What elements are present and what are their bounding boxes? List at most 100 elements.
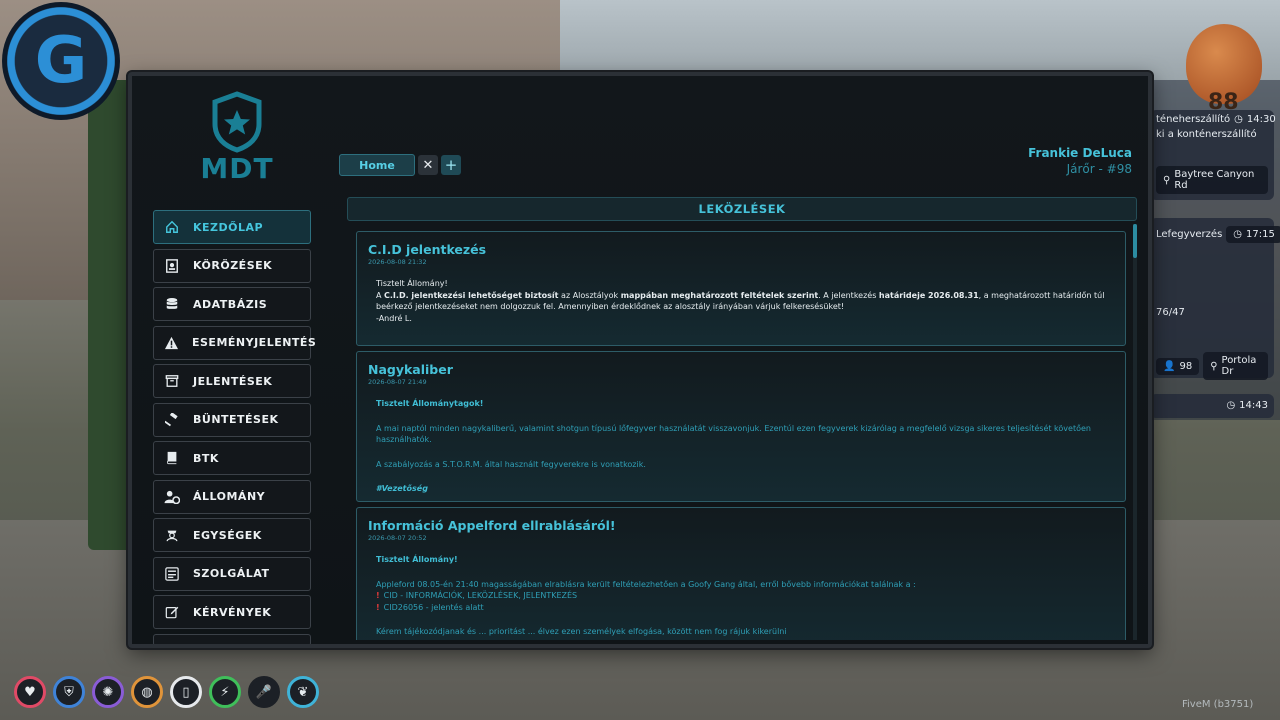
- exclamation-icon: !: [376, 591, 380, 600]
- add-tab-button[interactable]: +: [441, 155, 461, 175]
- plus-icon: +: [444, 156, 458, 174]
- feed-scrollbar[interactable]: [1133, 224, 1137, 640]
- text-span: . A jelentkezés: [818, 290, 879, 300]
- community-logo: 88: [1178, 4, 1270, 122]
- announcement-title: C.I.D jelentkezés: [368, 242, 487, 257]
- scrollbar-thumb[interactable]: [1133, 224, 1137, 258]
- sidebar-item-adatbazis[interactable]: ADATBÁZIS: [153, 287, 311, 321]
- announcement-feed[interactable]: C.I.D jelentkezés 2026-08-08 21:32 Tiszt…: [348, 224, 1137, 640]
- units-count: 98: [1179, 360, 1193, 372]
- sidebar-item-label: ÁLLOMÁNY: [193, 490, 266, 503]
- server-logo-g-icon: G: [34, 24, 88, 98]
- person-icon: 👤: [1163, 360, 1176, 372]
- sidebar-item-label: ADATBÁZIS: [193, 297, 268, 311]
- announcement-title: Nagykaliber: [368, 362, 453, 377]
- sidebar-item-label: KEZDŐLAP: [193, 220, 264, 234]
- sidebar-item-allomany[interactable]: ÁLLOMÁNY: [153, 479, 311, 514]
- sidebar-item-esemenyjelentes[interactable]: ESEMÉNYJELENTÉS: [153, 325, 316, 360]
- sidebar-item-label: EGYSÉGEK: [193, 528, 262, 542]
- sidebar-item-label: SZOLGÁLAT: [193, 567, 270, 580]
- sidebar-nav: KEZDŐLAP KÖRÖZÉSEK ADATBÁZIS ESEMÉNYJELE…: [153, 210, 316, 644]
- location-pin-icon: ⚲: [1210, 360, 1218, 372]
- close-tab-button[interactable]: ✕: [418, 155, 438, 175]
- close-icon: ✕: [422, 157, 434, 173]
- dispatch-desc: ki a konténerszállító: [1156, 129, 1257, 140]
- announcement-body: Tisztelt Állománytagok! A mai naptól min…: [368, 398, 1114, 495]
- announcement-date: 2026-08-08 21:32: [368, 258, 427, 266]
- announcement-greeting: Tisztelt Állománytagok!: [376, 399, 484, 408]
- location-pill: ⚲ Portola Dr: [1203, 352, 1268, 380]
- announcement-card: Információ Appelford ellrablásáról! 2026…: [356, 507, 1126, 640]
- wanted-poster-icon: [164, 258, 180, 274]
- mdt-tablet: MDT KEZDŐLAP KÖRÖZÉSEK ADATBÁZIS ESEMÉNY…: [128, 72, 1152, 648]
- police-badge-icon: [205, 90, 269, 154]
- text-span: CID - INFORMÁCIÓK, LEKÖZLÉSEK, JELENTKEZ…: [383, 591, 578, 600]
- location-text: Baytree Canyon Rd: [1174, 169, 1255, 191]
- sidebar-item-jelentesek[interactable]: JELENTÉSEK: [153, 364, 311, 398]
- officer-icon: [164, 527, 180, 543]
- sidebar-item-egysegek[interactable]: EGYSÉGEK: [153, 518, 311, 552]
- text-span: CID26056 - jelentés alatt: [383, 602, 484, 612]
- text-span: A: [376, 290, 385, 300]
- announcement-date: 2026-08-07 20:52: [368, 534, 427, 542]
- announcement-signature: -André L.: [376, 313, 412, 323]
- location-pin-icon: ⚲: [1163, 174, 1171, 186]
- location-text: Portola Dr: [1221, 355, 1257, 377]
- gavel-icon: [164, 412, 180, 428]
- dispatch-counter: 76/47: [1156, 307, 1185, 318]
- text-bold: mappában meghatározott feltételek szerin…: [620, 290, 819, 300]
- mdt-screen: MDT KEZDŐLAP KÖRÖZÉSEK ADATBÁZIS ESEMÉNY…: [132, 76, 1148, 644]
- announcement-paragraph: A C.I.D. jelentkezési lehetőséget biztos…: [376, 290, 1114, 313]
- time-pill: ◷ 17:15: [1226, 226, 1280, 243]
- announcement-paragraph: Appleford 08.05-én 21:40 magasságában el…: [376, 579, 916, 589]
- announcement-signature: #Vezetőség: [376, 484, 428, 493]
- user-name: Frankie DeLuca: [1028, 146, 1132, 160]
- announcement-body: Tisztelt Állomány! A C.I.D. jelentkezési…: [368, 278, 1114, 324]
- announcement-body: Tisztelt Állomány! Appleford 08.05-én 21…: [368, 554, 1114, 638]
- dispatch-time: 17:15: [1246, 229, 1275, 240]
- location-pill: ⚲ Baytree Canyon Rd: [1156, 166, 1268, 194]
- lungs-icon: ❦: [287, 676, 319, 708]
- brain-icon: ✺: [92, 676, 124, 708]
- text-bold: határideje 2026.08.31: [878, 290, 979, 300]
- text-bold: C.I.D. jelentkezési lehetőséget biztosít: [384, 290, 559, 300]
- announcement-paragraph: A szabályozás a S.T.O.R.M. által használ…: [376, 459, 646, 469]
- sidebar-item-label: KÖRÖZÉSEK: [193, 259, 273, 272]
- user-info: Frankie DeLuca Járőr - #98: [1028, 146, 1132, 176]
- exclamation-icon: !: [376, 602, 380, 612]
- fivem-version-label: FiveM (b3751): [1182, 699, 1254, 710]
- sidebar-item-more[interactable]: [153, 633, 311, 644]
- sidebar-item-buntetesek[interactable]: BÜNTETÉSEK: [153, 402, 311, 437]
- sidebar-item-label: BTK: [193, 451, 219, 465]
- sidebar-item-btk[interactable]: BTK: [153, 441, 311, 475]
- announcement-bullet: ! CID - INFORMÁCIÓK, LEKÖZLÉSEK, JELENTKE…: [376, 590, 1114, 602]
- home-icon: [164, 219, 180, 235]
- health-icon: ♥: [14, 676, 46, 708]
- sidebar-item-szolgalat[interactable]: SZOLGÁLAT: [153, 556, 311, 591]
- clock-icon: ◷: [1226, 400, 1236, 411]
- book-icon: [164, 450, 180, 466]
- sidebar-item-korozesek[interactable]: KÖRÖZÉSEK: [153, 248, 311, 283]
- dispatch-card-1: téneherszállító ◷ 14:30 ki a konténerszáll…: [1150, 110, 1276, 200]
- status-bar: ♥ ⛨ ✺ ◍ ▯ ⚡ 🎤 ❦: [14, 676, 319, 708]
- announcement-greeting: Tisztelt Állomány!: [376, 555, 458, 564]
- mdt-logo-text: MDT: [200, 152, 274, 185]
- microphone-icon: 🎤: [248, 676, 280, 708]
- dispatch-time: 14:43: [1239, 400, 1268, 411]
- water-icon: ▯: [170, 676, 202, 708]
- duty-icon: [164, 566, 180, 582]
- tab-home[interactable]: Home: [339, 154, 415, 176]
- archive-icon: [164, 373, 180, 389]
- sidebar-item-label: BÜNTETÉSEK: [193, 413, 279, 426]
- clock-icon: ◷: [1233, 229, 1243, 240]
- sidebar-item-label: ESEMÉNYJELENTÉS: [192, 336, 317, 349]
- announcement-greeting: Tisztelt Állomány!: [376, 279, 448, 288]
- announcement-card: C.I.D jelentkezés 2026-08-08 21:32 Tiszt…: [356, 231, 1126, 346]
- sidebar-item-kervenyek[interactable]: KÉRVÉNYEK: [153, 595, 311, 629]
- sidebar-item-kezdolap[interactable]: KEZDŐLAP: [153, 210, 311, 244]
- sidebar-item-label: JELENTÉSEK: [193, 374, 273, 388]
- users-cog-icon: [164, 489, 180, 505]
- food-icon: ◍: [131, 676, 163, 708]
- dispatch-card-2: Lefegyverzés ◷ 17:15 76/47 👤 98 ⚲ Portola Dr: [1150, 218, 1280, 380]
- announcement-paragraph: Kérem tájékozódjanak és ... prioritást .…: [376, 627, 787, 636]
